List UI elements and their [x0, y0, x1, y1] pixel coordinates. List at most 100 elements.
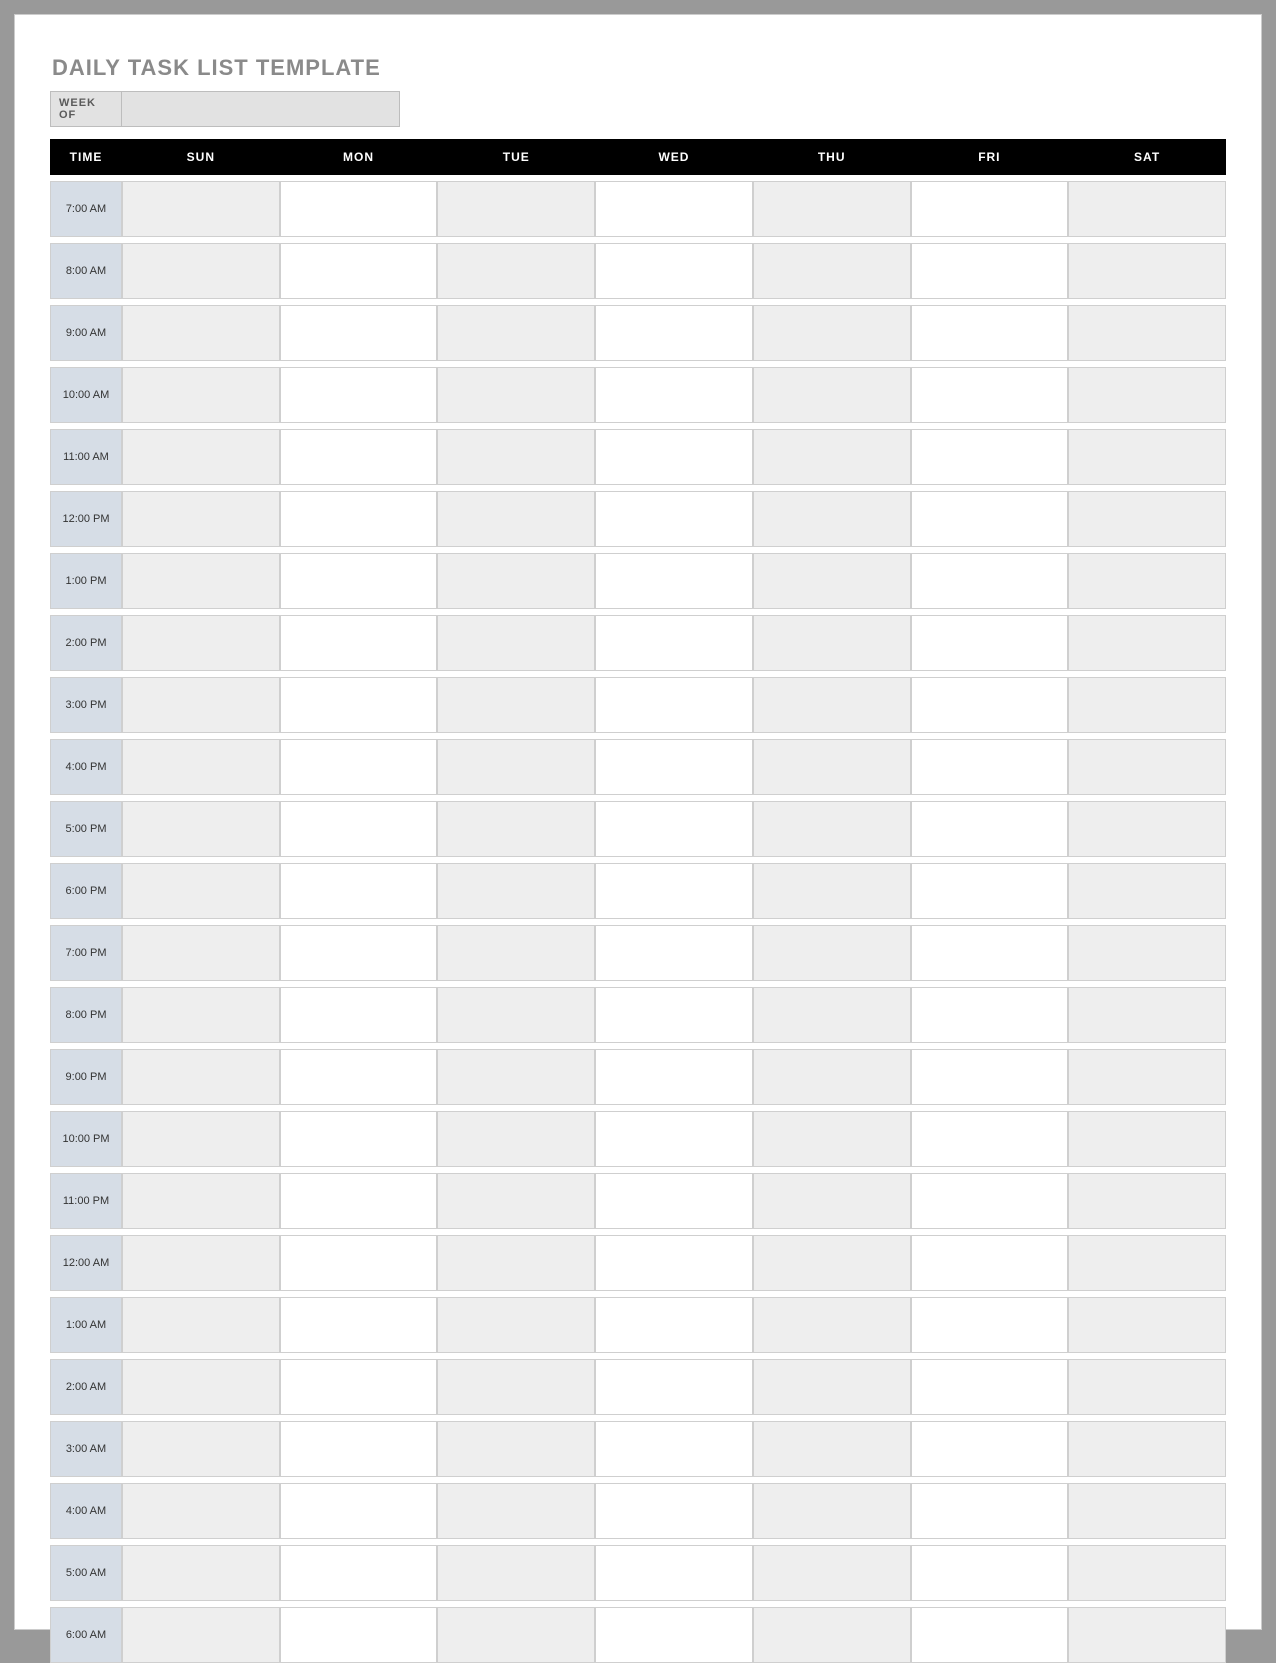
task-cell[interactable]	[753, 553, 911, 609]
task-cell[interactable]	[911, 863, 1069, 919]
task-cell[interactable]	[1068, 987, 1226, 1043]
task-cell[interactable]	[437, 615, 595, 671]
task-cell[interactable]	[1068, 1297, 1226, 1353]
task-cell[interactable]	[437, 1297, 595, 1353]
task-cell[interactable]	[122, 801, 280, 857]
task-cell[interactable]	[122, 1421, 280, 1477]
task-cell[interactable]	[1068, 367, 1226, 423]
task-cell[interactable]	[437, 491, 595, 547]
task-cell[interactable]	[1068, 863, 1226, 919]
task-cell[interactable]	[911, 1483, 1069, 1539]
task-cell[interactable]	[280, 243, 438, 299]
task-cell[interactable]	[122, 491, 280, 547]
task-cell[interactable]	[753, 1049, 911, 1105]
task-cell[interactable]	[122, 429, 280, 485]
task-cell[interactable]	[280, 1359, 438, 1415]
task-cell[interactable]	[911, 1049, 1069, 1105]
task-cell[interactable]	[437, 1545, 595, 1601]
task-cell[interactable]	[280, 677, 438, 733]
task-cell[interactable]	[437, 367, 595, 423]
task-cell[interactable]	[911, 1297, 1069, 1353]
task-cell[interactable]	[595, 243, 753, 299]
task-cell[interactable]	[1068, 181, 1226, 237]
task-cell[interactable]	[911, 1359, 1069, 1415]
task-cell[interactable]	[911, 1545, 1069, 1601]
task-cell[interactable]	[122, 367, 280, 423]
task-cell[interactable]	[437, 181, 595, 237]
task-cell[interactable]	[437, 925, 595, 981]
task-cell[interactable]	[595, 1421, 753, 1477]
task-cell[interactable]	[753, 1297, 911, 1353]
task-cell[interactable]	[122, 739, 280, 795]
task-cell[interactable]	[595, 1359, 753, 1415]
task-cell[interactable]	[437, 677, 595, 733]
task-cell[interactable]	[437, 1111, 595, 1167]
task-cell[interactable]	[437, 1359, 595, 1415]
task-cell[interactable]	[753, 181, 911, 237]
task-cell[interactable]	[911, 677, 1069, 733]
task-cell[interactable]	[595, 925, 753, 981]
task-cell[interactable]	[437, 305, 595, 361]
task-cell[interactable]	[911, 801, 1069, 857]
task-cell[interactable]	[595, 1111, 753, 1167]
task-cell[interactable]	[595, 1173, 753, 1229]
task-cell[interactable]	[437, 553, 595, 609]
task-cell[interactable]	[437, 801, 595, 857]
task-cell[interactable]	[437, 429, 595, 485]
task-cell[interactable]	[280, 739, 438, 795]
task-cell[interactable]	[1068, 1111, 1226, 1167]
task-cell[interactable]	[1068, 1483, 1226, 1539]
task-cell[interactable]	[911, 1607, 1069, 1663]
task-cell[interactable]	[280, 615, 438, 671]
week-of-field[interactable]	[122, 91, 400, 127]
task-cell[interactable]	[1068, 1173, 1226, 1229]
task-cell[interactable]	[1068, 429, 1226, 485]
task-cell[interactable]	[595, 491, 753, 547]
task-cell[interactable]	[911, 987, 1069, 1043]
task-cell[interactable]	[437, 739, 595, 795]
task-cell[interactable]	[280, 1297, 438, 1353]
task-cell[interactable]	[1068, 1607, 1226, 1663]
task-cell[interactable]	[1068, 1545, 1226, 1601]
task-cell[interactable]	[122, 243, 280, 299]
task-cell[interactable]	[753, 925, 911, 981]
task-cell[interactable]	[280, 925, 438, 981]
task-cell[interactable]	[595, 305, 753, 361]
task-cell[interactable]	[280, 1235, 438, 1291]
task-cell[interactable]	[595, 863, 753, 919]
task-cell[interactable]	[1068, 1049, 1226, 1105]
task-cell[interactable]	[1068, 1235, 1226, 1291]
task-cell[interactable]	[753, 1359, 911, 1415]
task-cell[interactable]	[122, 677, 280, 733]
task-cell[interactable]	[122, 1173, 280, 1229]
task-cell[interactable]	[595, 1607, 753, 1663]
task-cell[interactable]	[122, 1111, 280, 1167]
task-cell[interactable]	[753, 1545, 911, 1601]
task-cell[interactable]	[753, 305, 911, 361]
task-cell[interactable]	[280, 863, 438, 919]
task-cell[interactable]	[753, 1235, 911, 1291]
task-cell[interactable]	[280, 1173, 438, 1229]
task-cell[interactable]	[595, 987, 753, 1043]
task-cell[interactable]	[595, 429, 753, 485]
task-cell[interactable]	[753, 863, 911, 919]
task-cell[interactable]	[911, 1111, 1069, 1167]
task-cell[interactable]	[437, 1607, 595, 1663]
task-cell[interactable]	[1068, 925, 1226, 981]
task-cell[interactable]	[753, 1483, 911, 1539]
task-cell[interactable]	[1068, 491, 1226, 547]
task-cell[interactable]	[122, 1359, 280, 1415]
task-cell[interactable]	[122, 1483, 280, 1539]
task-cell[interactable]	[280, 305, 438, 361]
task-cell[interactable]	[122, 615, 280, 671]
task-cell[interactable]	[280, 1483, 438, 1539]
task-cell[interactable]	[280, 801, 438, 857]
task-cell[interactable]	[280, 491, 438, 547]
task-cell[interactable]	[437, 863, 595, 919]
task-cell[interactable]	[1068, 677, 1226, 733]
task-cell[interactable]	[753, 615, 911, 671]
task-cell[interactable]	[122, 305, 280, 361]
task-cell[interactable]	[595, 739, 753, 795]
task-cell[interactable]	[595, 677, 753, 733]
task-cell[interactable]	[437, 987, 595, 1043]
